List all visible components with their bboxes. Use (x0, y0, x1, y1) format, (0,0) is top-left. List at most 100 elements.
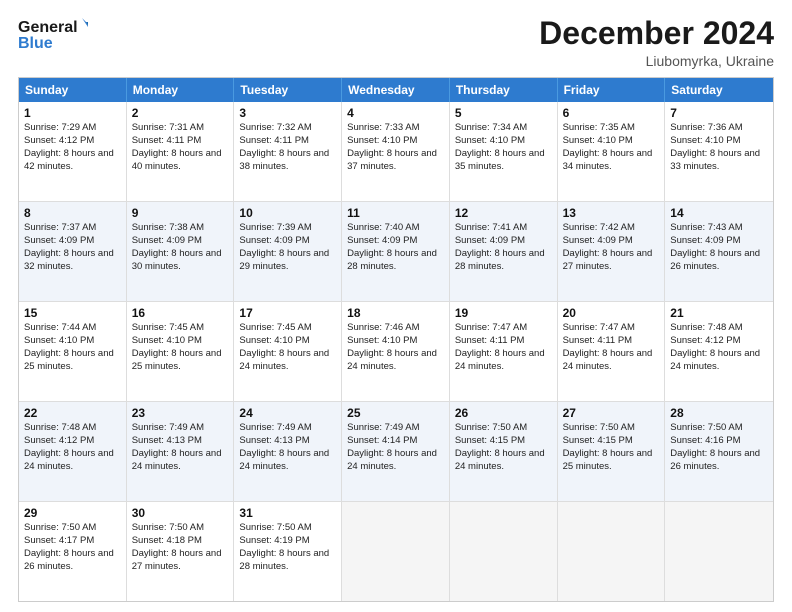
day-number: 17 (239, 305, 336, 321)
sunrise-text: Sunrise: 7:49 AM (347, 422, 444, 435)
svg-text:Blue: Blue (18, 35, 53, 52)
sunset-text: Sunset: 4:09 PM (132, 235, 229, 248)
calendar-cell-day-15: 15 Sunrise: 7:44 AM Sunset: 4:10 PM Dayl… (19, 302, 127, 401)
day-number: 15 (24, 305, 121, 321)
calendar-week-4: 29 Sunrise: 7:50 AM Sunset: 4:17 PM Dayl… (19, 502, 773, 601)
sunset-text: Sunset: 4:09 PM (347, 235, 444, 248)
sunrise-text: Sunrise: 7:37 AM (24, 222, 121, 235)
daylight-text: Daylight: 8 hours and 25 minutes. (132, 348, 229, 374)
calendar-cell-day-4: 4 Sunrise: 7:33 AM Sunset: 4:10 PM Dayli… (342, 102, 450, 201)
header: General Blue December 2024 Liubomyrka, U… (18, 16, 774, 69)
day-number: 20 (563, 305, 660, 321)
day-number: 19 (455, 305, 552, 321)
sunset-text: Sunset: 4:10 PM (132, 335, 229, 348)
sunset-text: Sunset: 4:10 PM (239, 335, 336, 348)
sunrise-text: Sunrise: 7:34 AM (455, 122, 552, 135)
sunrise-text: Sunrise: 7:47 AM (455, 322, 552, 335)
sunset-text: Sunset: 4:10 PM (347, 135, 444, 148)
daylight-text: Daylight: 8 hours and 34 minutes. (563, 148, 660, 174)
daylight-text: Daylight: 8 hours and 40 minutes. (132, 148, 229, 174)
day-number: 28 (670, 405, 768, 421)
sunset-text: Sunset: 4:14 PM (347, 435, 444, 448)
calendar-cell-empty (450, 502, 558, 601)
sunset-text: Sunset: 4:17 PM (24, 535, 121, 548)
sunset-text: Sunset: 4:19 PM (239, 535, 336, 548)
day-number: 31 (239, 505, 336, 521)
logo: General Blue (18, 16, 88, 52)
sunset-text: Sunset: 4:12 PM (24, 135, 121, 148)
calendar-cell-empty (558, 502, 666, 601)
daylight-text: Daylight: 8 hours and 24 minutes. (24, 448, 121, 474)
day-number: 24 (239, 405, 336, 421)
day-number: 21 (670, 305, 768, 321)
day-number: 11 (347, 205, 444, 221)
calendar-cell-day-7: 7 Sunrise: 7:36 AM Sunset: 4:10 PM Dayli… (665, 102, 773, 201)
daylight-text: Daylight: 8 hours and 35 minutes. (455, 148, 552, 174)
day-number: 27 (563, 405, 660, 421)
sunrise-text: Sunrise: 7:32 AM (239, 122, 336, 135)
daylight-text: Daylight: 8 hours and 24 minutes. (347, 448, 444, 474)
calendar-cell-day-17: 17 Sunrise: 7:45 AM Sunset: 4:10 PM Dayl… (234, 302, 342, 401)
sunset-text: Sunset: 4:13 PM (132, 435, 229, 448)
calendar-cell-day-10: 10 Sunrise: 7:39 AM Sunset: 4:09 PM Dayl… (234, 202, 342, 301)
subtitle: Liubomyrka, Ukraine (539, 53, 774, 69)
day-number: 14 (670, 205, 768, 221)
calendar-cell-day-3: 3 Sunrise: 7:32 AM Sunset: 4:11 PM Dayli… (234, 102, 342, 201)
calendar-cell-empty (665, 502, 773, 601)
daylight-text: Daylight: 8 hours and 24 minutes. (239, 348, 336, 374)
sunset-text: Sunset: 4:10 PM (24, 335, 121, 348)
sunset-text: Sunset: 4:15 PM (455, 435, 552, 448)
calendar-body: 1 Sunrise: 7:29 AM Sunset: 4:12 PM Dayli… (19, 102, 773, 601)
day-number: 18 (347, 305, 444, 321)
calendar-cell-day-13: 13 Sunrise: 7:42 AM Sunset: 4:09 PM Dayl… (558, 202, 666, 301)
daylight-text: Daylight: 8 hours and 26 minutes. (24, 548, 121, 574)
daylight-text: Daylight: 8 hours and 27 minutes. (132, 548, 229, 574)
daylight-text: Daylight: 8 hours and 26 minutes. (670, 248, 768, 274)
calendar-cell-day-27: 27 Sunrise: 7:50 AM Sunset: 4:15 PM Dayl… (558, 402, 666, 501)
daylight-text: Daylight: 8 hours and 28 minutes. (455, 248, 552, 274)
sunset-text: Sunset: 4:11 PM (563, 335, 660, 348)
sunrise-text: Sunrise: 7:50 AM (132, 522, 229, 535)
day-number: 13 (563, 205, 660, 221)
sunrise-text: Sunrise: 7:49 AM (132, 422, 229, 435)
sunrise-text: Sunrise: 7:33 AM (347, 122, 444, 135)
calendar-cell-day-9: 9 Sunrise: 7:38 AM Sunset: 4:09 PM Dayli… (127, 202, 235, 301)
calendar-cell-day-26: 26 Sunrise: 7:50 AM Sunset: 4:15 PM Dayl… (450, 402, 558, 501)
calendar-cell-day-5: 5 Sunrise: 7:34 AM Sunset: 4:10 PM Dayli… (450, 102, 558, 201)
daylight-text: Daylight: 8 hours and 24 minutes. (455, 448, 552, 474)
day-number: 1 (24, 105, 121, 121)
sunrise-text: Sunrise: 7:50 AM (563, 422, 660, 435)
day-number: 8 (24, 205, 121, 221)
sunrise-text: Sunrise: 7:39 AM (239, 222, 336, 235)
calendar-cell-day-31: 31 Sunrise: 7:50 AM Sunset: 4:19 PM Dayl… (234, 502, 342, 601)
sunset-text: Sunset: 4:10 PM (563, 135, 660, 148)
sunrise-text: Sunrise: 7:49 AM (239, 422, 336, 435)
sunset-text: Sunset: 4:12 PM (24, 435, 121, 448)
day-number: 12 (455, 205, 552, 221)
calendar-header-tuesday: Tuesday (234, 78, 342, 102)
sunset-text: Sunset: 4:16 PM (670, 435, 768, 448)
sunrise-text: Sunrise: 7:48 AM (24, 422, 121, 435)
calendar-header-row: SundayMondayTuesdayWednesdayThursdayFrid… (19, 78, 773, 102)
sunset-text: Sunset: 4:09 PM (455, 235, 552, 248)
day-number: 29 (24, 505, 121, 521)
svg-text:General: General (18, 19, 78, 36)
calendar-cell-day-23: 23 Sunrise: 7:49 AM Sunset: 4:13 PM Dayl… (127, 402, 235, 501)
day-number: 23 (132, 405, 229, 421)
sunrise-text: Sunrise: 7:50 AM (455, 422, 552, 435)
calendar-cell-day-19: 19 Sunrise: 7:47 AM Sunset: 4:11 PM Dayl… (450, 302, 558, 401)
daylight-text: Daylight: 8 hours and 33 minutes. (670, 148, 768, 174)
daylight-text: Daylight: 8 hours and 25 minutes. (24, 348, 121, 374)
calendar-week-0: 1 Sunrise: 7:29 AM Sunset: 4:12 PM Dayli… (19, 102, 773, 202)
calendar-cell-day-20: 20 Sunrise: 7:47 AM Sunset: 4:11 PM Dayl… (558, 302, 666, 401)
sunset-text: Sunset: 4:10 PM (347, 335, 444, 348)
day-number: 30 (132, 505, 229, 521)
calendar-header-thursday: Thursday (450, 78, 558, 102)
calendar-week-3: 22 Sunrise: 7:48 AM Sunset: 4:12 PM Dayl… (19, 402, 773, 502)
calendar-cell-day-30: 30 Sunrise: 7:50 AM Sunset: 4:18 PM Dayl… (127, 502, 235, 601)
title-block: December 2024 Liubomyrka, Ukraine (539, 16, 774, 69)
daylight-text: Daylight: 8 hours and 24 minutes. (239, 448, 336, 474)
daylight-text: Daylight: 8 hours and 24 minutes. (132, 448, 229, 474)
calendar-cell-day-11: 11 Sunrise: 7:40 AM Sunset: 4:09 PM Dayl… (342, 202, 450, 301)
sunrise-text: Sunrise: 7:40 AM (347, 222, 444, 235)
